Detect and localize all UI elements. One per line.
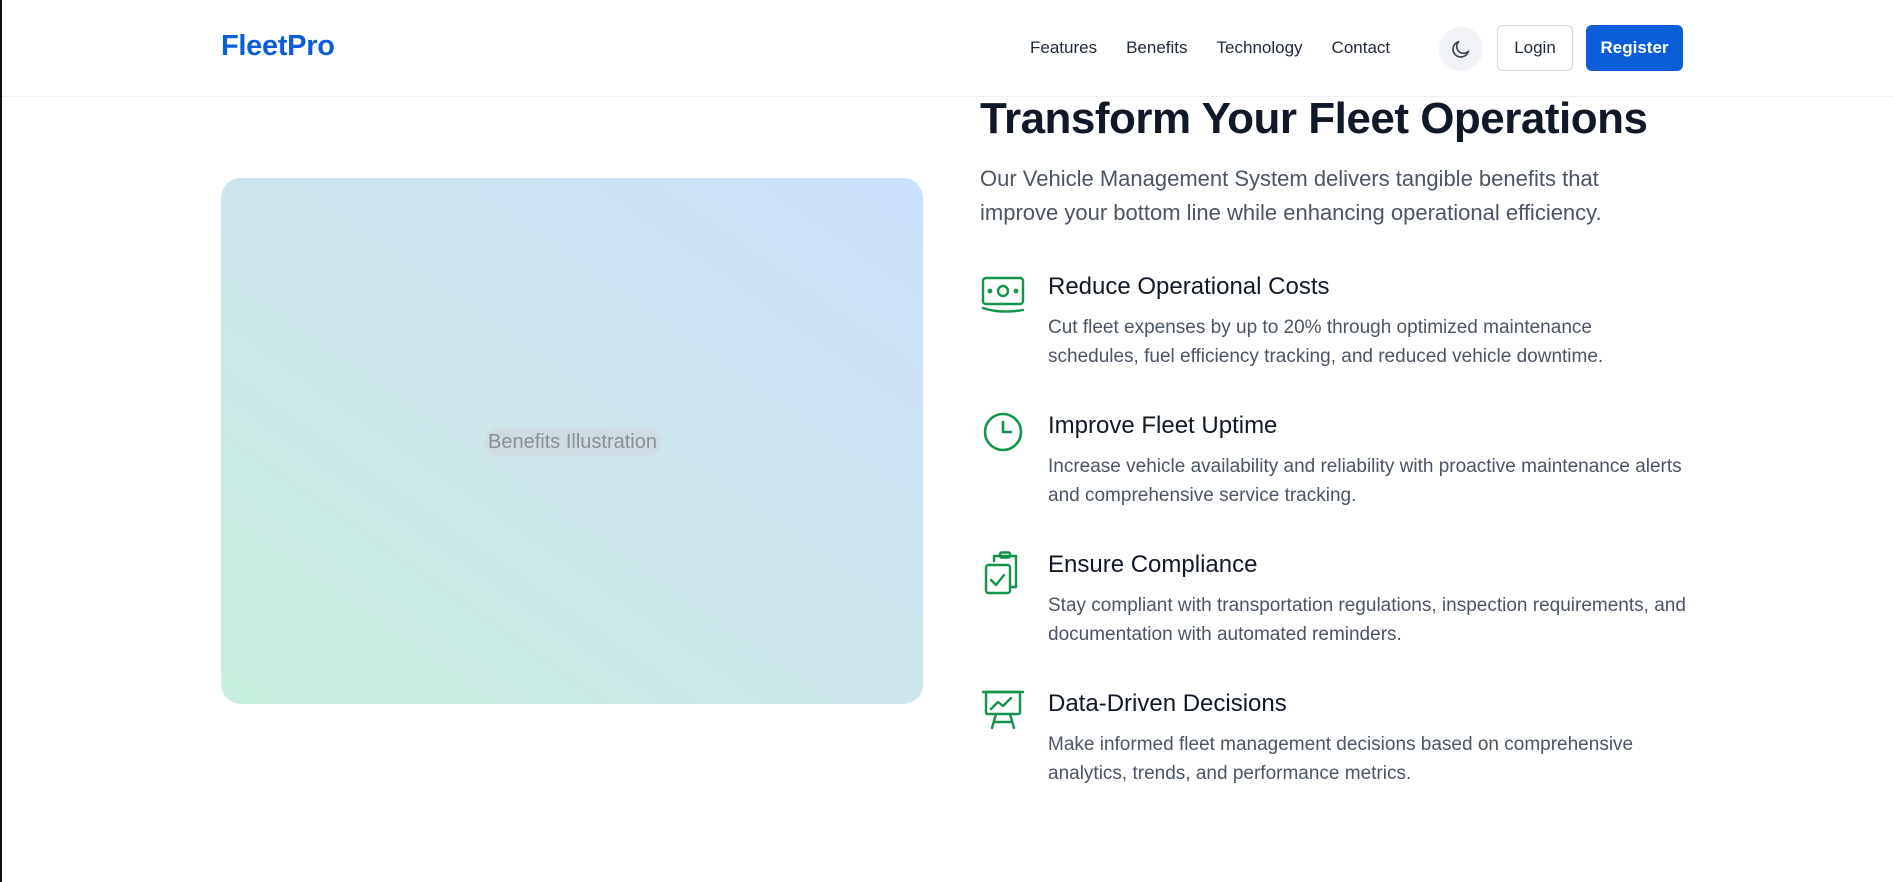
section-title: Transform Your Fleet Operations [980,94,1648,143]
site-header: FleetPro Features Benefits Technology Co… [2,0,1894,97]
benefit-description: Make informed fleet management decisions… [1048,734,1634,784]
benefit-description: Cut fleet expenses by up to 20% through … [1048,317,1604,367]
register-button[interactable]: Register [1586,25,1683,71]
logo[interactable]: FleetPro [221,30,335,63]
presentation-chart-icon [981,690,1025,730]
benefit-title: Reduce Operational Costs [1048,273,1330,300]
nav-link-contact[interactable]: Contact [1332,37,1391,59]
clipboard-check-icon [984,551,1018,595]
benefit-description: Increase vehicle availability and reliab… [1048,456,1682,506]
money-icon [981,276,1025,313]
section-subtitle: Our Vehicle Management System delivers t… [980,166,1602,225]
nav-link-features[interactable]: Features [1030,37,1097,59]
login-button[interactable]: Login [1497,25,1573,71]
moon-icon [1452,40,1470,58]
benefit-description: Stay compliant with transportation regul… [1048,595,1686,645]
benefit-title: Data-Driven Decisions [1048,690,1287,717]
theme-toggle-button[interactable] [1439,27,1483,71]
benefit-title: Improve Fleet Uptime [1048,412,1278,439]
clock-icon [983,412,1023,452]
nav-link-technology[interactable]: Technology [1217,37,1303,59]
main-nav: Features Benefits Technology Contact [1030,37,1419,59]
benefit-title: Ensure Compliance [1048,551,1258,578]
illustration-placeholder-label: Benefits Illustration [484,428,661,456]
nav-link-benefits[interactable]: Benefits [1126,37,1187,59]
benefits-illustration: Benefits Illustration [221,178,923,704]
